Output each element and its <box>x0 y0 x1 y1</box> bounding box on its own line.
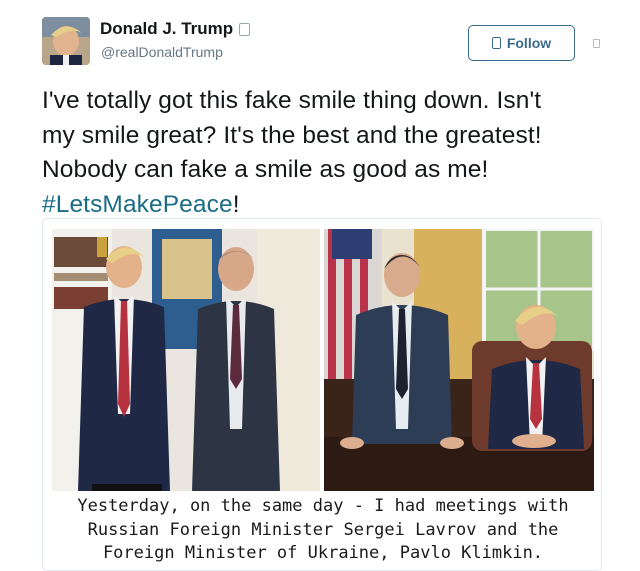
tweet-text-line: Nobody can fake a smile as good as me! <box>42 156 489 183</box>
meeting-photo[interactable] <box>52 229 594 491</box>
hashtag-link[interactable]: #LetsMakePeace <box>42 191 233 218</box>
follow-button-label: Follow <box>506 35 552 51</box>
tweet-text-line: #LetsMakePeace! <box>42 188 617 223</box>
verified-badge-icon <box>239 22 251 36</box>
tweet-text: I've totally got this fake smile thing d… <box>42 84 617 222</box>
avatar[interactable] <box>42 17 90 65</box>
follow-button[interactable]: Follow <box>468 25 575 61</box>
caret-menu-icon[interactable] <box>593 39 600 48</box>
caption-line: Yesterday, on the same day - I had meeti… <box>77 496 569 516</box>
tweet-text-line: my smile great? It's the best and the gr… <box>42 121 542 149</box>
media-caption: Yesterday, on the same day - I had meeti… <box>43 495 601 566</box>
tweet-text-end: ! <box>232 190 240 218</box>
follow-user-icon <box>491 37 501 49</box>
user-handle[interactable]: @realDonaldTrump <box>101 44 223 60</box>
caption-line: Russian Foreign Minister Sergei Lavrov a… <box>87 519 559 540</box>
media-card[interactable]: Yesterday, on the same day - I had meeti… <box>42 218 602 571</box>
display-name[interactable]: Donald J. Trump <box>100 19 233 39</box>
caption-line: Foreign Minister of Ukraine, Pavlo Klimk… <box>102 543 544 563</box>
tweet-text-line: I've totally got this fake smile thing d… <box>42 87 542 114</box>
